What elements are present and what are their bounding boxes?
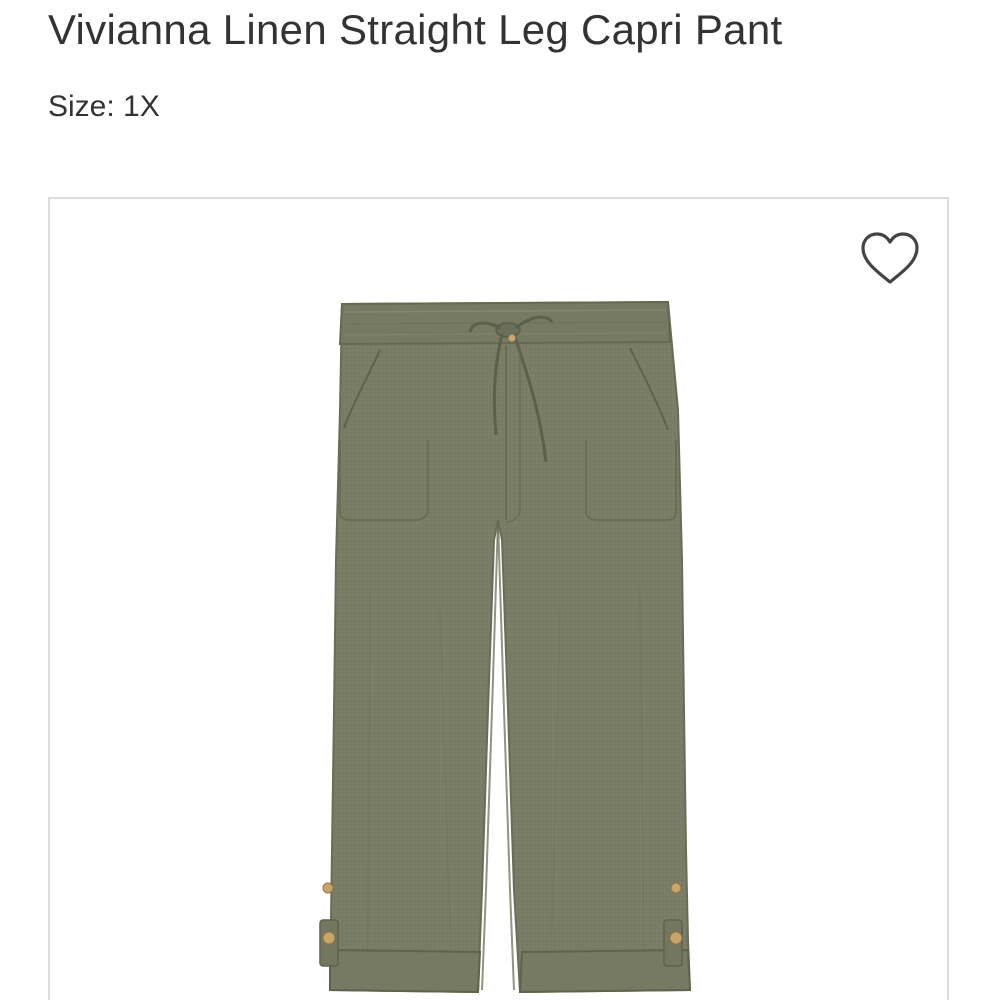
size-label: Size: 1X bbox=[48, 90, 160, 123]
favorite-button[interactable] bbox=[858, 228, 922, 292]
heart-outline-icon bbox=[861, 232, 919, 284]
pants-illustration bbox=[319, 300, 692, 994]
product-image[interactable] bbox=[300, 290, 700, 1000]
product-page: Vivianna Linen Straight Leg Capri Pant S… bbox=[0, 0, 1000, 1000]
product-title: Vivianna Linen Straight Leg Capri Pant bbox=[48, 6, 783, 53]
